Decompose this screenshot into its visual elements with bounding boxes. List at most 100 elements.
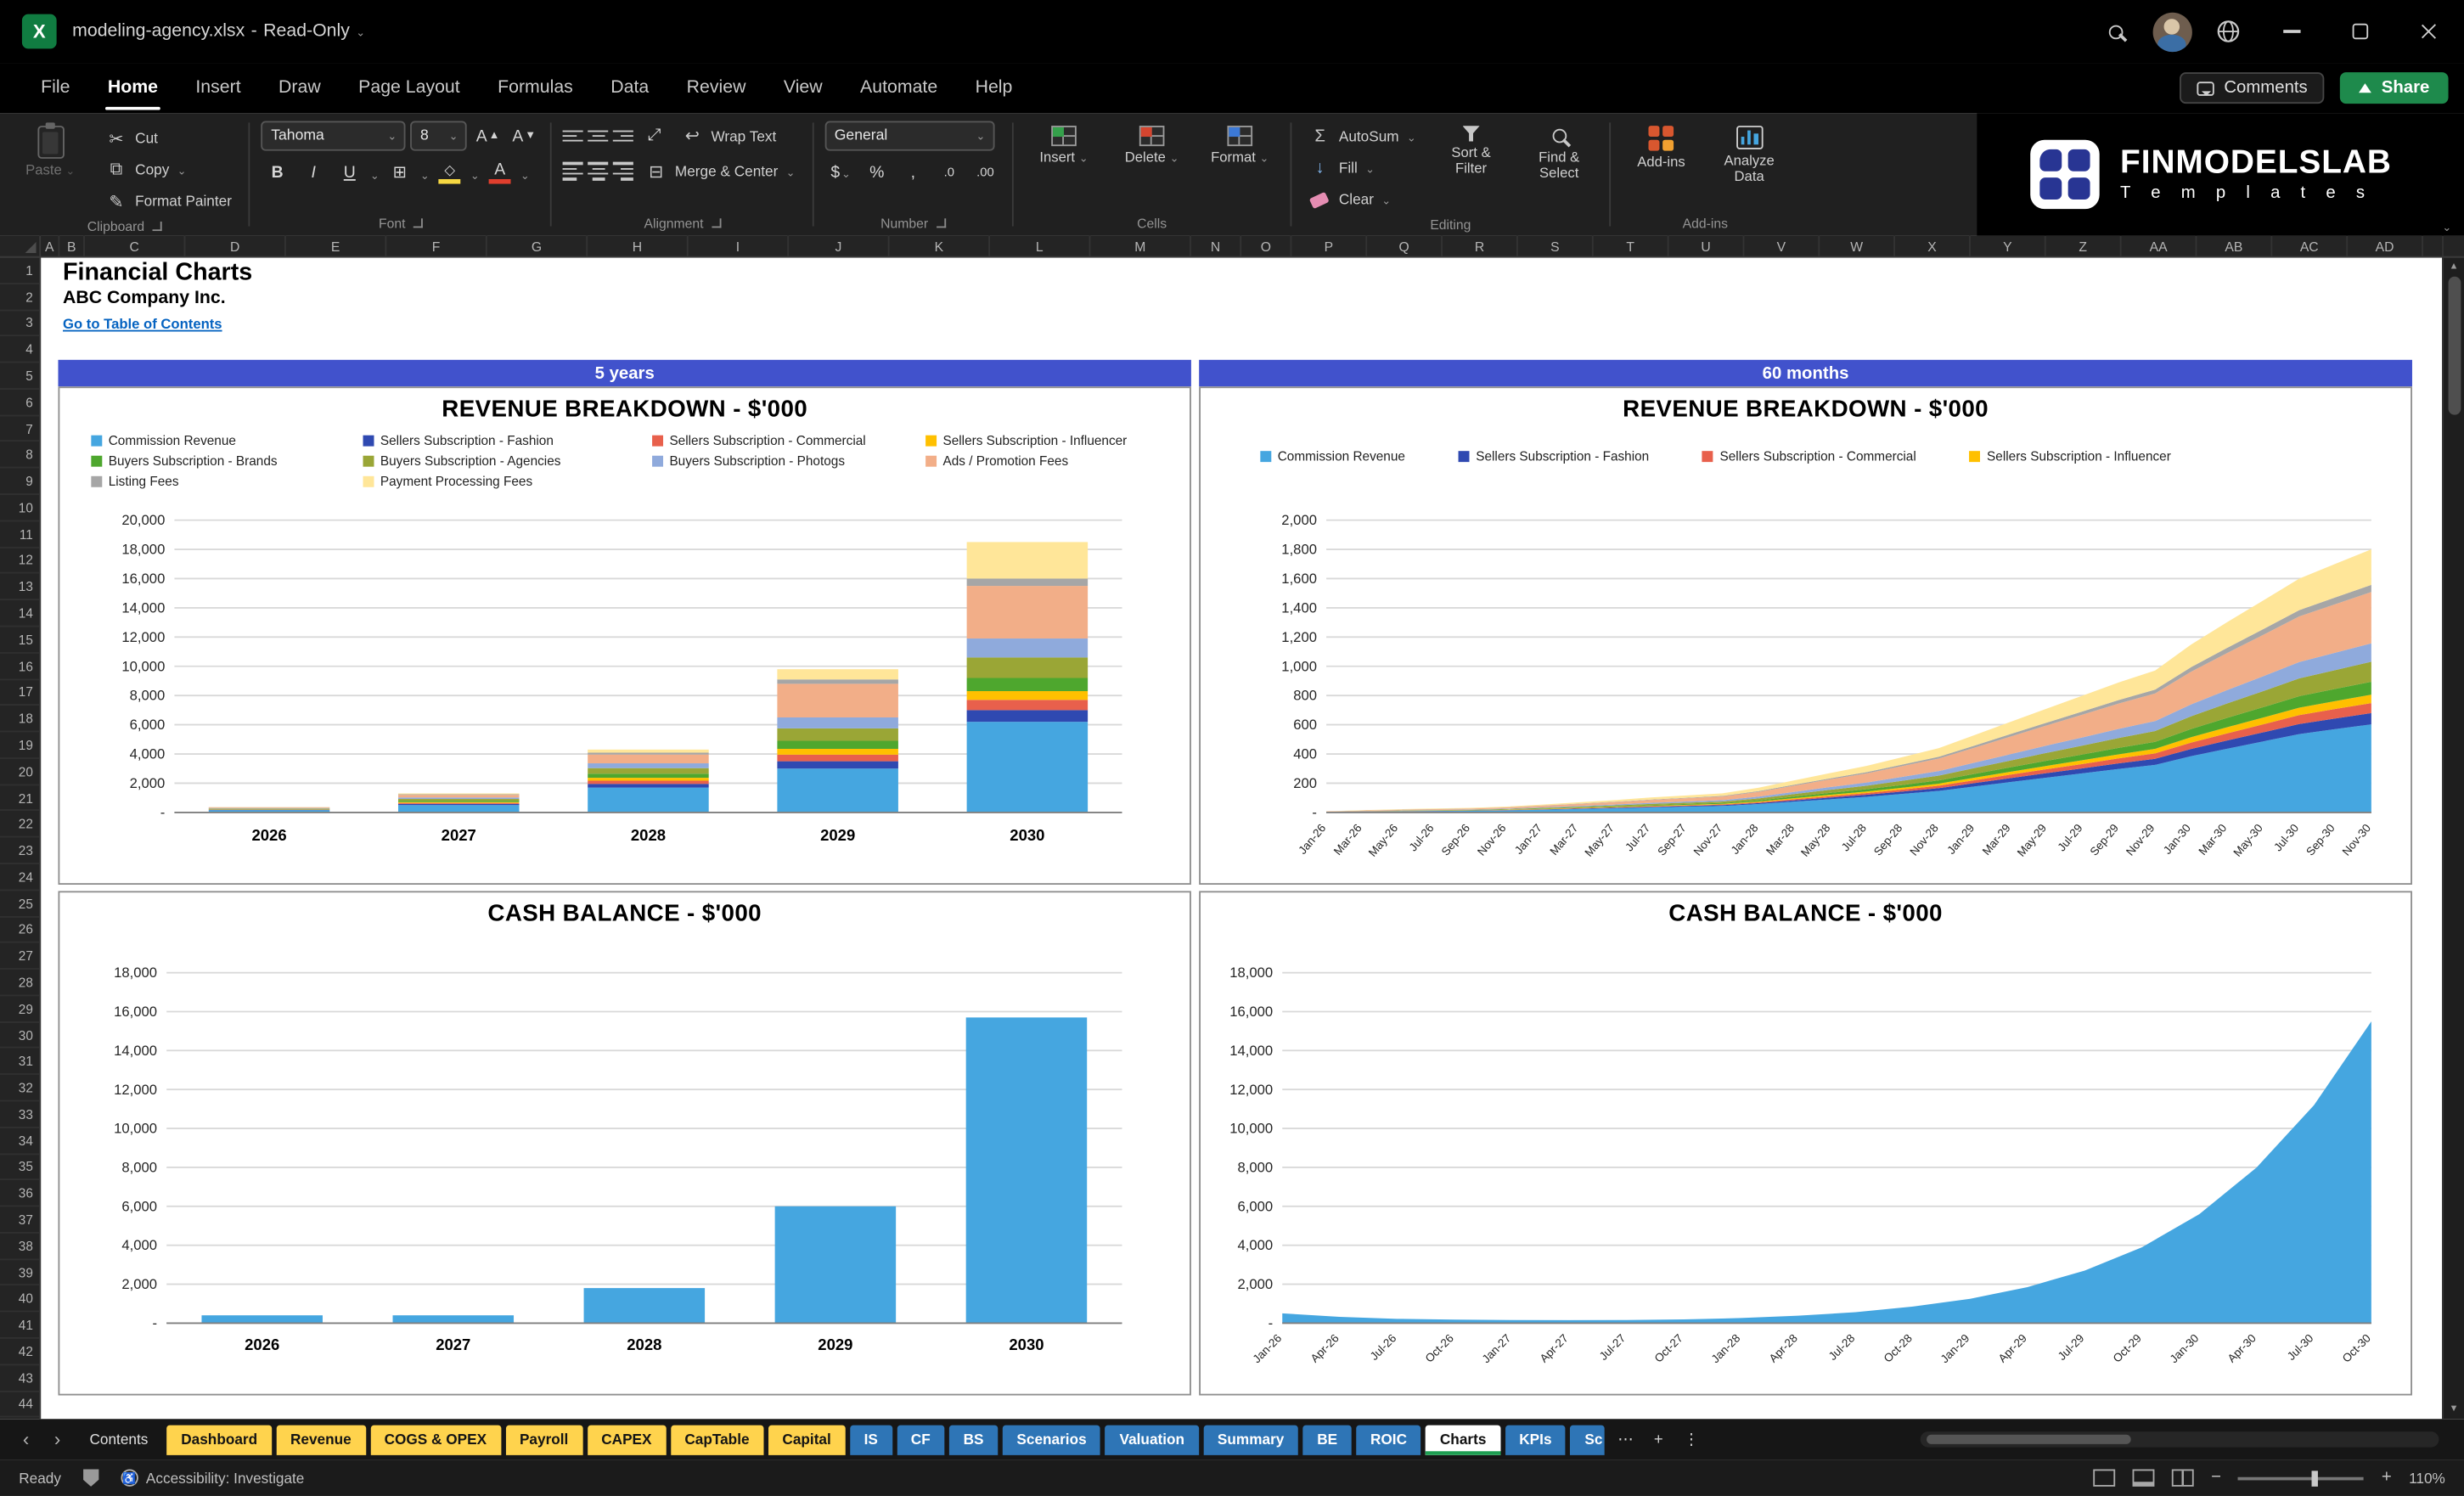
- format-painter-button[interactable]: Format Painter: [99, 187, 239, 215]
- format-cells-button[interactable]: Format: [1201, 121, 1280, 172]
- decrease-decimal-icon[interactable]: .00: [970, 157, 1001, 187]
- share-button[interactable]: Share: [2340, 72, 2449, 104]
- row-header-32[interactable]: 32: [0, 1075, 40, 1102]
- maximize-button[interactable]: [2326, 0, 2394, 63]
- row-header-35[interactable]: 35: [0, 1155, 40, 1181]
- row-header-23[interactable]: 23: [0, 838, 40, 864]
- sheet-tab-payroll[interactable]: Payroll: [505, 1424, 583, 1454]
- column-header-R[interactable]: R: [1443, 235, 1518, 256]
- column-header-X[interactable]: X: [1895, 235, 1971, 256]
- sheet-tab-capital[interactable]: Capital: [768, 1424, 846, 1454]
- sheet-tab-bs[interactable]: BS: [948, 1424, 999, 1454]
- ribbon-tab-help[interactable]: Help: [956, 63, 1031, 113]
- column-header-Z[interactable]: Z: [2046, 235, 2122, 256]
- column-header-F[interactable]: F: [386, 235, 487, 256]
- row-header-17[interactable]: 17: [0, 679, 40, 706]
- column-header-B[interactable]: B: [59, 235, 85, 256]
- more-sheets-icon[interactable]: ⋯: [1610, 1431, 1641, 1448]
- row-header-9[interactable]: 9: [0, 469, 40, 496]
- column-header-G[interactable]: G: [487, 235, 588, 256]
- column-header-H[interactable]: H: [588, 235, 689, 256]
- ribbon-tab-review[interactable]: Review: [667, 63, 764, 113]
- row-header-44[interactable]: 44: [0, 1392, 40, 1419]
- row-header-19[interactable]: 19: [0, 733, 40, 759]
- row-header-16[interactable]: 16: [0, 653, 40, 680]
- column-header-V[interactable]: V: [1744, 235, 1820, 256]
- document-title[interactable]: modeling-agency.xlsx - Read-Only: [72, 22, 365, 41]
- dialog-launcher-icon[interactable]: [936, 218, 946, 228]
- font-color-icon[interactable]: A: [484, 157, 515, 187]
- accessibility-checker[interactable]: ♿ Accessibility: Investigate: [121, 1469, 304, 1487]
- ribbon-tab-data[interactable]: Data: [592, 63, 667, 113]
- next-sheet-icon[interactable]: ›: [44, 1428, 70, 1450]
- sheet-tab-cogs-opex[interactable]: COGS & OPEX: [369, 1424, 501, 1454]
- zoom-out-icon[interactable]: −: [2211, 1469, 2221, 1486]
- row-header-26[interactable]: 26: [0, 917, 40, 944]
- sheet-tab-revenue[interactable]: Revenue: [276, 1424, 366, 1454]
- vertical-scrollbar[interactable]: ▲ ▼: [2442, 257, 2464, 1420]
- ribbon-tab-view[interactable]: View: [765, 63, 841, 113]
- analyze-data-button[interactable]: Analyze Data: [1710, 121, 1789, 190]
- page-break-view-icon[interactable]: [2171, 1469, 2194, 1487]
- paste-button[interactable]: Paste: [11, 121, 90, 184]
- column-header-N[interactable]: N: [1191, 235, 1242, 256]
- sheet-tab-is[interactable]: IS: [849, 1424, 892, 1454]
- normal-view-icon[interactable]: [2093, 1469, 2116, 1487]
- delete-cells-button[interactable]: Delete: [1112, 121, 1191, 172]
- insert-cells-button[interactable]: Insert: [1025, 121, 1104, 172]
- sheet-tab-scenarios[interactable]: Scenarios: [1002, 1424, 1101, 1454]
- column-header-K[interactable]: K: [890, 235, 991, 256]
- row-header-34[interactable]: 34: [0, 1128, 40, 1155]
- increase-font-icon[interactable]: A ▲: [472, 121, 503, 151]
- fill-button[interactable]: Fill: [1302, 154, 1422, 182]
- orientation-icon[interactable]: [639, 121, 670, 151]
- table-of-contents-link[interactable]: Go to Table of Contents: [63, 316, 222, 332]
- prev-sheet-icon[interactable]: ‹: [13, 1428, 39, 1450]
- sheet-tab-charts[interactable]: Charts: [1426, 1424, 1501, 1454]
- clear-button[interactable]: Clear: [1302, 185, 1422, 213]
- autosum-button[interactable]: AutoSum: [1302, 122, 1422, 150]
- row-header-31[interactable]: 31: [0, 1049, 40, 1076]
- dialog-launcher-icon[interactable]: [413, 218, 423, 228]
- number-format-select[interactable]: General: [824, 121, 995, 151]
- italic-button[interactable]: I: [298, 157, 329, 187]
- row-header-13[interactable]: 13: [0, 574, 40, 601]
- sheet-tab-sc[interactable]: Sc: [1570, 1424, 1606, 1454]
- zoom-level[interactable]: 110%: [2409, 1470, 2445, 1486]
- column-header-Q[interactable]: Q: [1367, 235, 1443, 256]
- globe-icon[interactable]: [2200, 0, 2257, 63]
- row-header-42[interactable]: 42: [0, 1339, 40, 1365]
- row-header-22[interactable]: 22: [0, 812, 40, 838]
- wrap-text-button[interactable]: Wrap Text: [675, 121, 783, 149]
- sheet-tab-valuation[interactable]: Valuation: [1105, 1424, 1199, 1454]
- row-header-10[interactable]: 10: [0, 495, 40, 522]
- sheet-tab-summary[interactable]: Summary: [1203, 1424, 1298, 1454]
- dialog-launcher-icon[interactable]: [711, 218, 721, 228]
- horizontal-scroll-thumb[interactable]: [1927, 1434, 2131, 1444]
- column-header-O[interactable]: O: [1241, 235, 1292, 256]
- row-header-20[interactable]: 20: [0, 759, 40, 785]
- column-header-I[interactable]: I: [689, 235, 790, 256]
- underline-menu-icon[interactable]: [370, 158, 380, 186]
- select-all-corner[interactable]: [0, 235, 42, 256]
- chart-revenue-breakdown-5y[interactable]: REVENUE BREAKDOWN - $'000 Commission Rev…: [58, 386, 1191, 886]
- row-header-3[interactable]: 3: [0, 311, 40, 337]
- sheet-tab-be[interactable]: BE: [1302, 1424, 1352, 1454]
- row-header-28[interactable]: 28: [0, 970, 40, 997]
- font-name-select[interactable]: Tahoma: [262, 121, 407, 151]
- row-header-2[interactable]: 2: [0, 284, 40, 311]
- row-header-41[interactable]: 41: [0, 1313, 40, 1339]
- row-header-4[interactable]: 4: [0, 337, 40, 363]
- ribbon-tab-automate[interactable]: Automate: [841, 63, 957, 113]
- column-header-D[interactable]: D: [185, 235, 286, 256]
- vertical-scroll-thumb[interactable]: [2447, 276, 2461, 415]
- row-header-33[interactable]: 33: [0, 1101, 40, 1128]
- decrease-font-icon[interactable]: A ▼: [509, 121, 540, 151]
- column-header-W[interactable]: W: [1820, 235, 1896, 256]
- row-header-39[interactable]: 39: [0, 1260, 40, 1286]
- row-header-1[interactable]: 1: [0, 258, 40, 284]
- row-header-40[interactable]: 40: [0, 1286, 40, 1313]
- chart-cash-balance-5y[interactable]: CASH BALANCE - $'000 - 2,000 4,000 6,000 8,0…: [58, 891, 1191, 1396]
- align-bottom-icon[interactable]: [613, 129, 634, 143]
- sheet-tab-captable[interactable]: CapTable: [670, 1424, 764, 1454]
